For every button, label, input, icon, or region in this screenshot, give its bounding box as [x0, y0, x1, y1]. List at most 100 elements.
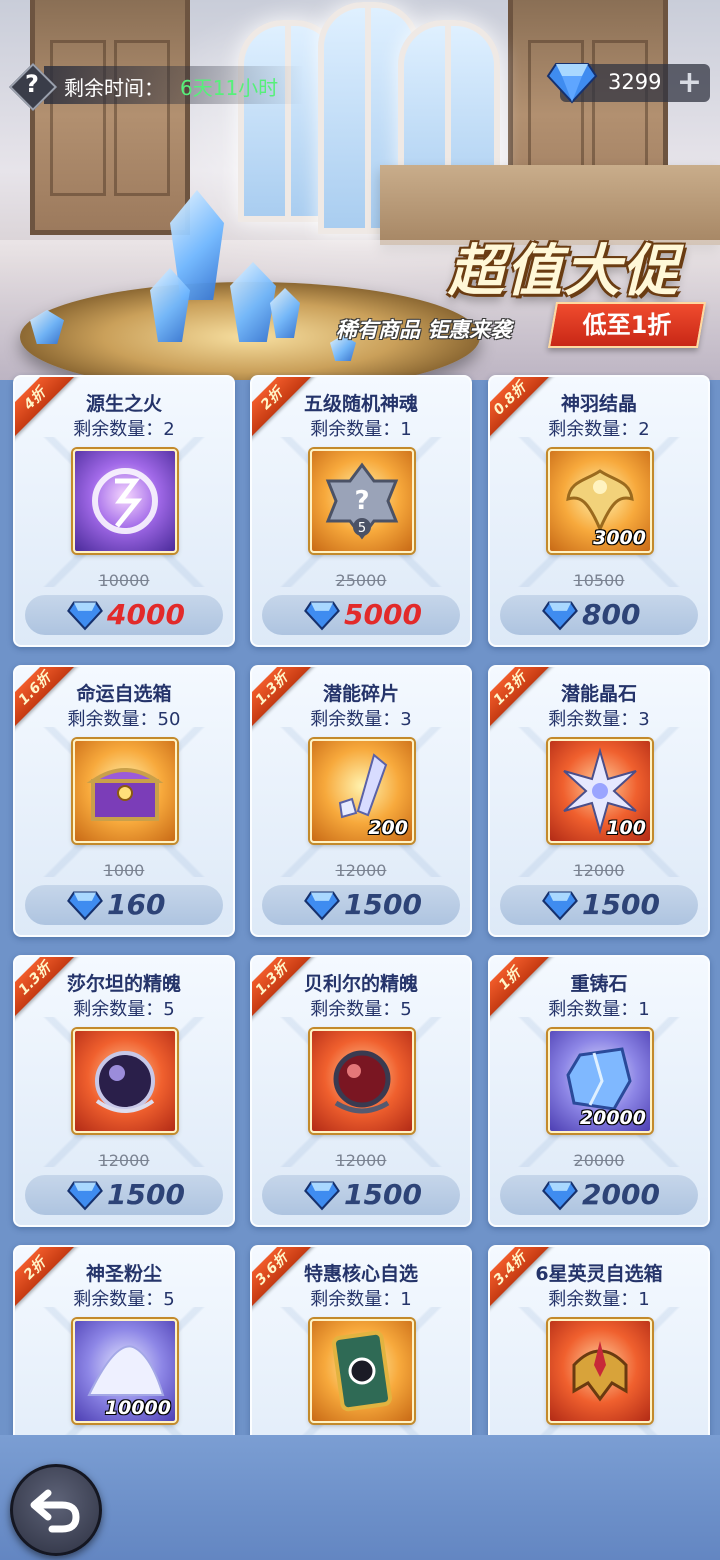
promo-banner: 超值大促 稀有商品 钜惠来袭 低至1折 [0, 0, 720, 380]
item-name: 贝利尔的精魄 [303, 973, 418, 995]
diamond-gem-icon [542, 1181, 578, 1211]
original-price: 25000 [335, 571, 387, 590]
item-quantity: 100 [606, 817, 646, 839]
item-quantity: 10000 [104, 1397, 171, 1419]
remaining-time-bar: 剩余时间： 6天11小时 [44, 66, 304, 104]
original-price: 1000 [103, 861, 145, 880]
sale-price: 800 [582, 598, 641, 631]
shop-item-card[interactable]: 1.6折 命运自选箱 剩余数量：50 1000 160 [13, 665, 235, 937]
item-name: 潜能碎片 [322, 683, 399, 705]
item-name: 莎尔坦的精魄 [66, 973, 181, 995]
back-button[interactable] [10, 1464, 102, 1556]
shop-item-card[interactable]: 2折 五级随机神魂 剩余数量：1 ? 5 25000 5000 [250, 375, 472, 647]
item-stock: 剩余数量：2 [548, 419, 650, 440]
shop-item-card[interactable]: 3.6折 特惠核心自选 剩余数量：1 [250, 1245, 472, 1435]
buy-button[interactable]: 1500 [262, 885, 460, 925]
shop-item-card[interactable]: 2折 神圣粉尘 剩余数量：5 10000 [13, 1245, 235, 1435]
gem-balance: 3299 + [546, 63, 710, 104]
original-price: 10500 [573, 571, 625, 590]
original-price: 20000 [573, 1151, 625, 1170]
treasure-chest-icon [73, 739, 177, 843]
diamond-gem-icon [67, 891, 103, 921]
sale-price: 4000 [107, 598, 185, 631]
item-name: 源生之火 [85, 393, 162, 415]
item-stock: 剩余数量：2 [73, 419, 175, 440]
help-button[interactable]: ? [8, 62, 58, 112]
item-stock: 剩余数量：1 [548, 1289, 650, 1310]
crystal-shard-icon: 200 [310, 739, 414, 843]
shop-item-card[interactable]: 1.3折 潜能晶石 剩余数量：3 100 12000 1500 [488, 665, 710, 937]
diamond-gem-icon [304, 601, 340, 631]
question-icon: ? [25, 70, 39, 98]
original-price: 12000 [335, 1151, 387, 1170]
holy-dust-icon: 10000 [73, 1319, 177, 1423]
back-arrow-icon [30, 1489, 80, 1533]
item-stock: 剩余数量：3 [310, 709, 412, 730]
hero-helmet-icon [548, 1319, 652, 1423]
item-name: 五级随机神魂 [303, 393, 418, 415]
sale-price: 2000 [582, 1178, 660, 1211]
item-stock: 剩余数量：3 [548, 709, 650, 730]
buy-button[interactable]: 1500 [500, 885, 698, 925]
star-crystal-icon: 100 [548, 739, 652, 843]
background-door [30, 0, 190, 235]
diamond-gem-icon [542, 891, 578, 921]
promo-title: 超值大促 [448, 239, 680, 304]
bottom-bar [0, 1435, 720, 1560]
item-name: 重铸石 [570, 973, 628, 995]
original-price: 12000 [573, 861, 625, 880]
shop-item-card[interactable]: 1.3折 莎尔坦的精魄 剩余数量：5 12000 1500 [13, 955, 235, 1227]
shop-grid: 4折 源生之火 剩余数量：2 10000 4000 2折 五级随机神魂 剩余数量… [0, 372, 720, 1435]
diamond-gem-icon [304, 891, 340, 921]
diamond-gem-icon [304, 1181, 340, 1211]
red-spirit-orb-icon [310, 1029, 414, 1133]
promo-tag-label: 低至1折 [582, 311, 672, 339]
sale-price: 1500 [344, 888, 422, 921]
item-stock: 剩余数量：50 [67, 709, 181, 730]
sale-price: 1500 [107, 1178, 185, 1211]
shop-item-card[interactable]: 1.3折 潜能碎片 剩余数量：3 200 12000 1500 [250, 665, 472, 937]
remaining-time-label: 剩余时间： [64, 76, 164, 100]
shop-item-card[interactable]: 4折 源生之火 剩余数量：2 10000 4000 [13, 375, 235, 647]
gem-count: 3299 [608, 70, 662, 94]
shop-item-card[interactable]: 1折 重铸石 剩余数量：1 20000 20000 2000 [488, 955, 710, 1227]
item-stock: 剩余数量：1 [310, 1289, 412, 1310]
sale-price: 5000 [344, 598, 422, 631]
fire-rune-orb-icon [73, 449, 177, 553]
item-quantity: 20000 [579, 1107, 646, 1129]
promo-subtitle: 稀有商品 钜惠来袭 [336, 318, 512, 342]
diamond-gem-icon [67, 1181, 103, 1211]
svg-text:5: 5 [358, 521, 366, 536]
sale-price: 160 [107, 888, 166, 921]
original-price: 10000 [98, 571, 150, 590]
shop-item-card[interactable]: 0.8折 神羽结晶 剩余数量：2 3000 10500 800 [488, 375, 710, 647]
dark-spirit-orb-icon [73, 1029, 177, 1133]
item-name: 特惠核心自选 [303, 1263, 418, 1285]
item-name: 神圣粉尘 [85, 1263, 162, 1285]
item-stock: 剩余数量：5 [73, 999, 175, 1020]
add-gems-button[interactable]: + [677, 65, 702, 100]
diamond-gem-icon [546, 63, 598, 104]
buy-button[interactable]: 4000 [25, 595, 223, 635]
shop-item-card[interactable]: 1.3折 贝利尔的精魄 剩余数量：5 12000 1500 [250, 955, 472, 1227]
item-stock: 剩余数量：5 [73, 1289, 175, 1310]
shop-item-card[interactable]: 3.4折 6星英灵自选箱 剩余数量：1 [488, 1245, 710, 1435]
item-quantity: 3000 [593, 527, 646, 549]
original-price: 12000 [98, 1151, 150, 1170]
buy-button[interactable]: 800 [500, 595, 698, 635]
item-stock: 剩余数量：1 [310, 419, 412, 440]
buy-button[interactable]: 160 [25, 885, 223, 925]
buy-button[interactable]: 2000 [500, 1175, 698, 1215]
svg-text:?: ? [354, 486, 369, 516]
diamond-gem-icon [67, 601, 103, 631]
item-name: 6星英灵自选箱 [535, 1263, 663, 1285]
diamond-gem-icon [542, 601, 578, 631]
buy-button[interactable]: 1500 [262, 1175, 460, 1215]
reforge-stone-icon: 20000 [548, 1029, 652, 1133]
core-card-icon [310, 1319, 414, 1423]
item-stock: 剩余数量：1 [548, 999, 650, 1020]
buy-button[interactable]: 5000 [262, 595, 460, 635]
buy-button[interactable]: 1500 [25, 1175, 223, 1215]
original-price: 12000 [335, 861, 387, 880]
mystery-soul-badge-icon: ? 5 [310, 449, 414, 553]
